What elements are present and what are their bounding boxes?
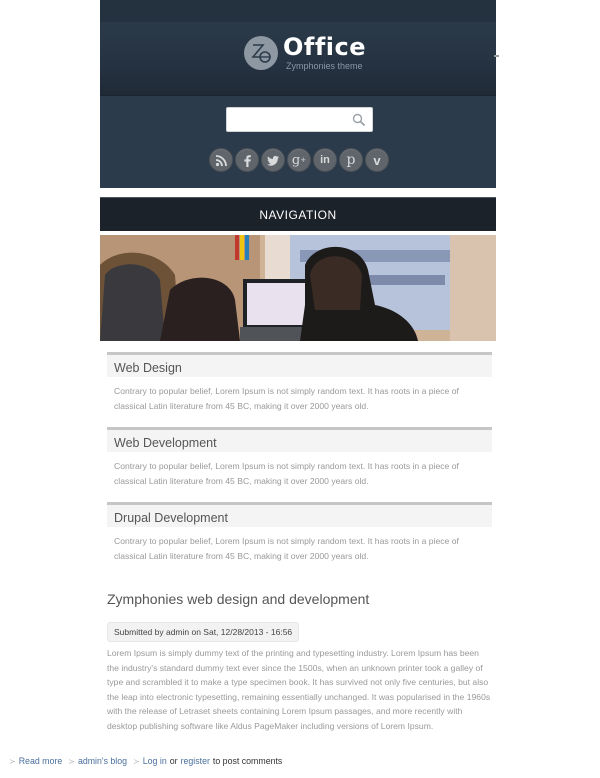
rss-icon[interactable] <box>209 148 233 172</box>
article: Zymphonies web design and development Su… <box>107 590 492 733</box>
block-body: Contrary to popular belief, Lorem Ipsum … <box>114 386 459 411</box>
block-web-design: Web Design Contrary to popular belief, L… <box>107 352 492 427</box>
vimeo-icon[interactable]: v <box>365 148 389 172</box>
blog-link[interactable]: admin's blog <box>78 756 127 766</box>
login-link[interactable]: Log in <box>143 756 167 766</box>
google-plus-icon[interactable]: g + <box>287 148 311 172</box>
scroll-marker <box>494 55 499 57</box>
header-top-bar <box>100 0 496 22</box>
read-more-link[interactable]: Read more <box>19 756 63 766</box>
bullet-icon: ≻ <box>68 756 75 766</box>
site-slogan: Zymphonies theme <box>286 61 363 71</box>
search-icon[interactable] <box>352 113 366 127</box>
article-title[interactable]: Zymphonies web design and development <box>107 590 492 608</box>
article-body: Lorem Ipsum is simply dummy text of the … <box>107 648 491 731</box>
twitter-icon[interactable] <box>261 148 285 172</box>
logo-icon[interactable] <box>244 36 278 70</box>
navigation-toggle[interactable]: NAVIGATION <box>100 197 496 231</box>
block-title: Drupal Development <box>107 502 492 527</box>
site-header: Office Zymphonies theme g + in p v <box>100 0 496 188</box>
block-body: Contrary to popular belief, Lorem Ipsum … <box>114 461 459 486</box>
block-body: Contrary to popular belief, Lorem Ipsum … <box>114 536 459 561</box>
social-links: g + in p v <box>209 148 389 172</box>
submitted-info: Submitted by admin on Sat, 12/28/2013 - … <box>107 622 300 642</box>
article-links: ≻ Read more ≻ admin's blog ≻ Log in or r… <box>9 756 285 766</box>
register-link[interactable]: register <box>181 756 210 766</box>
service-blocks: Web Design Contrary to popular belief, L… <box>107 352 492 577</box>
facebook-icon[interactable] <box>235 148 259 172</box>
banner-photo <box>100 235 496 341</box>
block-web-development: Web Development Contrary to popular beli… <box>107 427 492 502</box>
page: Office Zymphonies theme g + in p v NAVIG… <box>100 0 496 731</box>
block-drupal-development: Drupal Development Contrary to popular b… <box>107 502 492 577</box>
site-title[interactable]: Office <box>283 34 366 60</box>
pinterest-icon[interactable]: p <box>339 148 363 172</box>
search-input[interactable] <box>231 111 349 129</box>
branding: Office Zymphonies theme <box>100 22 496 96</box>
banner-image <box>100 235 496 341</box>
search-form <box>226 107 373 132</box>
bullet-icon: ≻ <box>133 756 140 766</box>
block-title: Web Development <box>107 427 492 452</box>
post-comments-text: to post comments <box>212 756 283 766</box>
or-text: or <box>169 756 178 766</box>
block-title: Web Design <box>107 352 492 377</box>
bullet-icon: ≻ <box>9 756 16 766</box>
linkedin-icon[interactable]: in <box>313 148 337 172</box>
